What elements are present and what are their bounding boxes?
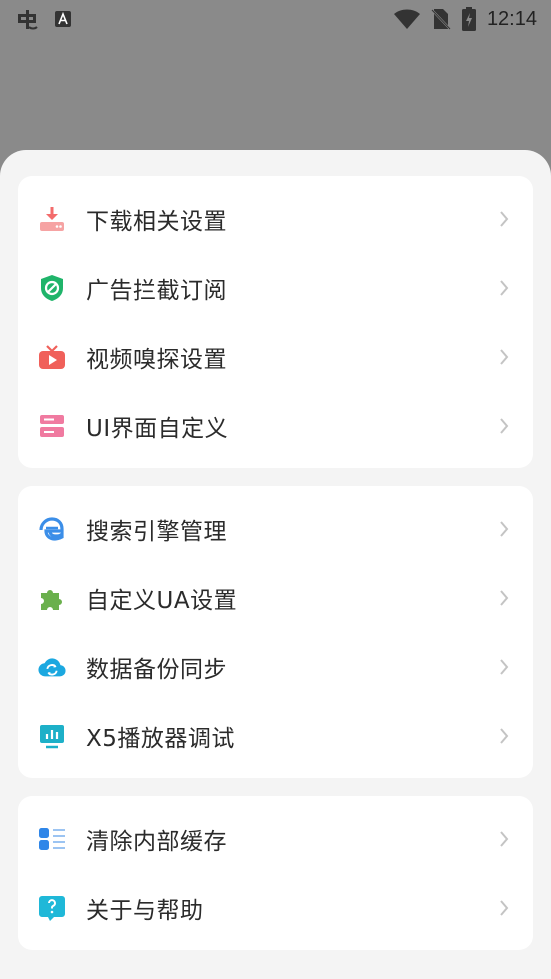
chevron-right-icon — [497, 209, 511, 229]
chevron-right-icon — [497, 726, 511, 746]
wifi-icon — [393, 8, 421, 30]
settings-card-general: 下载相关设置 广告拦截订阅 视频嗅探设置 UI界面自定义 — [18, 176, 533, 468]
menu-item-label: 数据备份同步 — [86, 656, 227, 683]
menu-item-search-engine[interactable]: 搜索引擎管理 — [18, 494, 533, 563]
cloud-sync-icon — [38, 653, 66, 681]
menu-item-label: 关于与帮助 — [86, 897, 204, 924]
keyboard-a-icon — [54, 10, 72, 28]
chevron-right-icon — [497, 588, 511, 608]
menu-item-label: 广告拦截订阅 — [86, 277, 227, 304]
chevron-right-icon — [497, 829, 511, 849]
menu-item-video-sniff-settings[interactable]: 视频嗅探设置 — [18, 322, 533, 391]
chevron-right-icon — [497, 898, 511, 918]
app-logo-icon — [14, 6, 40, 32]
menu-item-data-backup-sync[interactable]: 数据备份同步 — [18, 632, 533, 701]
menu-item-custom-ua[interactable]: 自定义UA设置 — [18, 563, 533, 632]
settings-card-advanced: 搜索引擎管理 自定义UA设置 数据备份同步 X5播放器调试 — [18, 486, 533, 778]
chevron-right-icon — [497, 347, 511, 367]
download-icon — [38, 205, 66, 233]
settings-card-misc: 清除内部缓存 关于与帮助 — [18, 796, 533, 950]
menu-item-label: 搜索引擎管理 — [86, 518, 227, 545]
menu-item-about-help[interactable]: 关于与帮助 — [18, 873, 533, 942]
menu-item-label: 清除内部缓存 — [86, 828, 227, 855]
menu-item-adblock-subscription[interactable]: 广告拦截订阅 — [18, 253, 533, 322]
ui-layout-icon — [38, 412, 66, 440]
tv-icon — [38, 343, 66, 371]
status-bar: 12:14 — [0, 0, 551, 38]
chevron-right-icon — [497, 416, 511, 436]
menu-item-label: X5播放器调试 — [86, 725, 235, 752]
menu-item-ui-customize[interactable]: UI界面自定义 — [18, 391, 533, 460]
menu-item-x5-player-debug[interactable]: X5播放器调试 — [18, 701, 533, 770]
menu-item-label: 下载相关设置 — [86, 208, 227, 235]
ad-block-shield-icon — [38, 274, 66, 302]
battery-charging-icon — [461, 6, 477, 32]
no-sim-icon — [431, 7, 451, 31]
menu-item-label: 自定义UA设置 — [86, 587, 238, 614]
puzzle-icon — [38, 584, 66, 612]
menu-item-download-settings[interactable]: 下载相关设置 — [18, 184, 533, 253]
chevron-right-icon — [497, 278, 511, 298]
browser-e-icon — [38, 515, 66, 543]
menu-item-label: 视频嗅探设置 — [86, 346, 227, 373]
status-time: 12:14 — [486, 7, 537, 30]
chevron-right-icon — [497, 519, 511, 539]
list-cache-icon — [38, 825, 66, 853]
settings-sheet: 下载相关设置 广告拦截订阅 视频嗅探设置 UI界面自定义 搜索引擎管理 自定义U… — [0, 150, 551, 979]
menu-item-clear-cache[interactable]: 清除内部缓存 — [18, 804, 533, 873]
monitor-chart-icon — [38, 722, 66, 750]
menu-item-label: UI界面自定义 — [86, 415, 229, 442]
chevron-right-icon — [497, 657, 511, 677]
status-left — [14, 6, 72, 32]
status-right: 12:14 — [393, 6, 537, 32]
help-bubble-icon — [38, 894, 66, 922]
